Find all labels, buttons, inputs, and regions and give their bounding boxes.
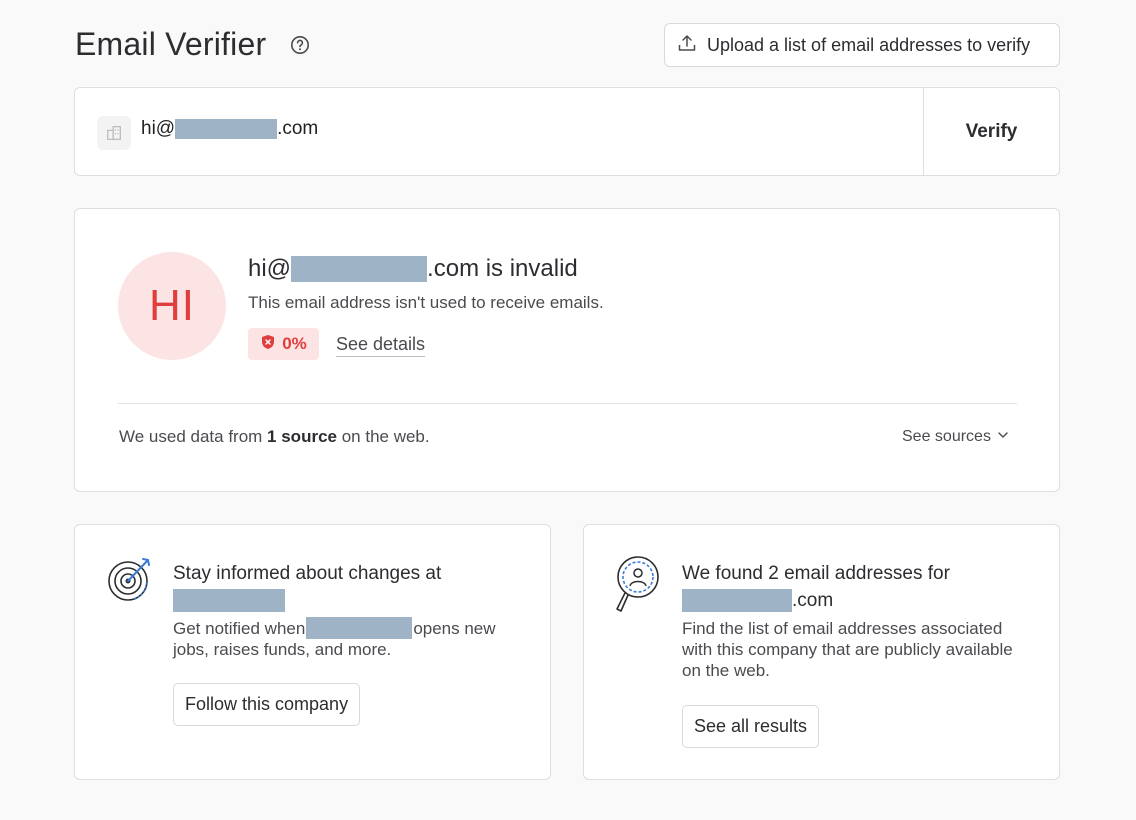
verify-button[interactable]: Verify [923,88,1059,175]
email-input[interactable]: hi@ .com [141,118,318,140]
redacted-company-name [306,617,413,640]
email-input-suffix: .com [277,118,319,139]
page-title: Email Verifier [75,26,267,62]
upload-button-label: Upload a list of email addresses to veri… [707,34,1031,55]
invalid-shield-icon [260,334,276,355]
score-value: 0% [282,334,307,353]
company-logo-placeholder-icon [97,116,131,150]
sources-prefix: We used data from [119,427,268,446]
target-icon [106,555,154,603]
found-emails-title: We found 2 email addresses for .com [682,560,1022,614]
sources-count: 1 source [267,427,337,446]
divider [118,403,1017,404]
search-person-icon [612,555,660,612]
found-emails-body: Find the list of email addresses associa… [682,619,1013,680]
verification-result-card: HI hi@ .com is invalid This email addres… [74,208,1060,492]
see-all-results-button[interactable]: See all results [682,705,820,748]
result-title-suffix: .com is invalid [427,255,578,282]
redacted-domain [682,589,792,613]
follow-card-body-prefix: Get notified when [173,619,306,638]
result-title-prefix: hi@ [248,255,292,282]
sources-suffix: on the web. [336,427,430,446]
email-verify-form: hi@ .com Verify [74,87,1060,176]
found-emails-title-suffix: .com [792,590,834,611]
follow-card-title-text: Stay informed about changes at [173,563,442,584]
follow-company-button[interactable]: Follow this company [173,683,361,726]
email-input-prefix: hi@ [141,118,176,139]
result-title: hi@ .com is invalid [248,255,578,283]
avatar: HI [118,252,226,360]
redacted-domain [175,119,278,139]
sources-summary: We used data from 1 source on the web. [119,427,430,447]
see-sources-label: See sources [902,428,991,445]
see-sources-toggle[interactable]: See sources [902,428,1009,446]
found-emails-card: We found 2 email addresses for .com Find… [583,524,1060,780]
status-badge: 0% [248,328,319,360]
upload-icon [677,33,697,58]
redacted-company-name [173,589,285,613]
chevron-down-icon [997,428,1009,446]
follow-card-body: Get notified when opens new jobs, raises … [173,617,523,660]
help-icon[interactable] [290,35,310,55]
redacted-domain [291,256,428,282]
see-details-link[interactable]: See details [336,334,426,357]
follow-card-title: Stay informed about changes at [173,560,513,614]
follow-company-card: Stay informed about changes at Get notif… [74,524,551,780]
result-description: This email address isn't used to receive… [248,293,604,312]
upload-list-button[interactable]: Upload a list of email addresses to veri… [664,23,1060,67]
found-emails-title-text: We found 2 email addresses for [682,563,950,584]
